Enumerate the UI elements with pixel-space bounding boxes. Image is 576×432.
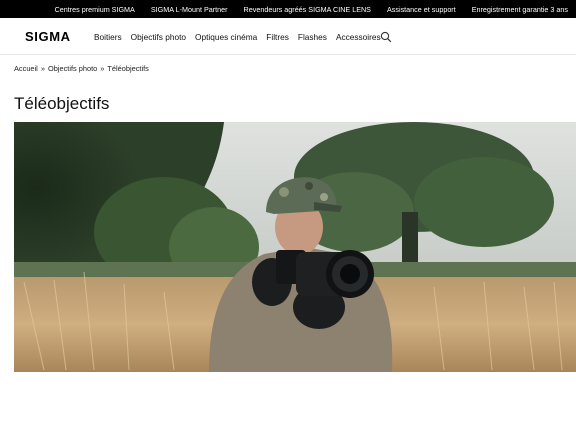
breadcrumb-separator: » bbox=[100, 64, 105, 73]
topbar-link-warranty[interactable]: Enregistrement garantie 3 ans bbox=[472, 5, 568, 14]
topbar-link-premium-centres[interactable]: Centres premium SIGMA bbox=[55, 5, 135, 14]
topbar-link-l-mount-partner[interactable]: SIGMA L-Mount Partner bbox=[151, 5, 228, 14]
breadcrumb: Accueil » Objectifs photo » Téléobjectif… bbox=[14, 64, 149, 73]
page-title: Téléobjectifs bbox=[14, 94, 110, 113]
menu-item-flashes[interactable]: Flashes bbox=[298, 32, 327, 42]
breadcrumb-objectifs-photo[interactable]: Objectifs photo bbox=[48, 64, 97, 73]
menu-item-objectifs-photo[interactable]: Objectifs photo bbox=[131, 32, 186, 42]
top-utility-bar: Centres premium SIGMA SIGMA L-Mount Part… bbox=[0, 0, 576, 18]
topbar-link-support[interactable]: Assistance et support bbox=[387, 5, 456, 14]
breadcrumb-current: Téléobjectifs bbox=[107, 64, 149, 73]
main-menu: Boitiers Objectifs photo Optiques cinéma… bbox=[94, 32, 390, 42]
main-navigation: SIGMA Boitiers Objectifs photo Optiques … bbox=[0, 18, 576, 55]
menu-item-boitiers[interactable]: Boitiers bbox=[94, 32, 122, 42]
menu-item-optiques-cinema[interactable]: Optiques cinéma bbox=[195, 32, 257, 42]
breadcrumb-separator: » bbox=[40, 64, 45, 73]
breadcrumb-home[interactable]: Accueil bbox=[14, 64, 38, 73]
topbar-link-cine-dealers[interactable]: Revendeurs agréés SIGMA CINE LENS bbox=[244, 5, 371, 14]
search-icon[interactable] bbox=[380, 30, 392, 43]
hero-image bbox=[14, 122, 576, 372]
menu-item-filtres[interactable]: Filtres bbox=[266, 32, 289, 42]
sigma-logo[interactable]: SIGMA bbox=[25, 29, 71, 44]
menu-item-accessoires[interactable]: Accessoires bbox=[336, 32, 381, 42]
